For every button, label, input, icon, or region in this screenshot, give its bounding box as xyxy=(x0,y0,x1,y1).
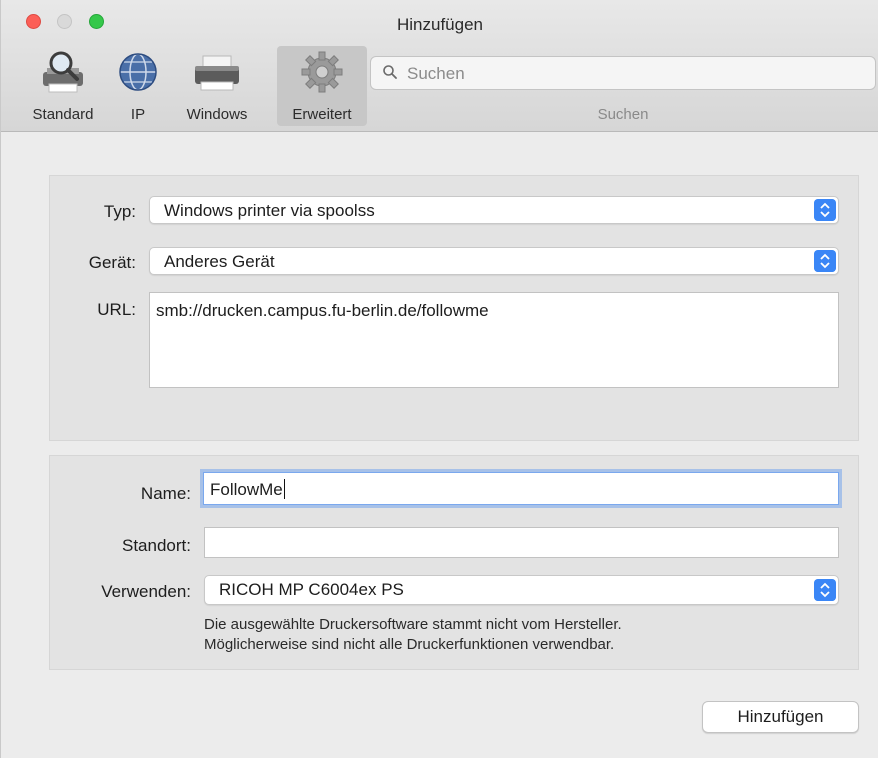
search-input[interactable] xyxy=(405,61,869,87)
url-value: smb://drucken.campus.fu-berlin.de/follow… xyxy=(156,301,489,320)
location-field[interactable] xyxy=(204,527,839,558)
driver-popup[interactable]: RICOH MP C6004ex PS xyxy=(204,575,839,605)
window-title: Hinzufügen xyxy=(396,15,483,34)
type-label: Typ: xyxy=(103,202,136,221)
url-label: URL: xyxy=(97,300,136,319)
text-caret xyxy=(283,479,285,499)
type-value: Windows printer via spoolss xyxy=(164,201,375,220)
name-value: FollowMe xyxy=(210,479,285,500)
toolbar-item-label: Erweitert xyxy=(292,106,352,123)
name-text: FollowMe xyxy=(210,480,283,499)
gear-icon xyxy=(301,51,343,93)
search-icon xyxy=(383,65,397,79)
globe-icon xyxy=(119,53,157,91)
printer-icon xyxy=(195,55,239,91)
toolbar-item-label: Standard xyxy=(32,106,94,123)
device-popup[interactable]: Anderes Gerät xyxy=(149,247,839,275)
toolbar: Hinzufügen Standard IP Windows Erweitert… xyxy=(1,0,878,132)
type-popup[interactable]: Windows printer via spoolss xyxy=(149,196,839,224)
popup-arrows-icon xyxy=(814,579,836,601)
toolbar-item-label: Windows xyxy=(186,106,248,123)
toolbar-item-windows[interactable]: Windows xyxy=(173,46,261,126)
magnifier-printer-icon xyxy=(43,51,83,93)
name-label: Name: xyxy=(140,484,191,503)
toolbar-item-erweitert[interactable]: Erweitert xyxy=(277,46,367,126)
add-button[interactable]: Hinzufügen xyxy=(702,701,859,733)
driver-note-line1: Die ausgewählte Druckersoftware stammt n… xyxy=(204,616,622,633)
search-caption: Suchen xyxy=(597,106,649,123)
search-field[interactable] xyxy=(370,56,876,90)
name-field[interactable]: FollowMe xyxy=(203,472,839,505)
driver-note: Die ausgewählte Druckersoftware stammt n… xyxy=(204,615,622,655)
add-printer-window: Hinzufügen Standard IP Windows Erweitert… xyxy=(0,0,878,758)
popup-arrows-icon xyxy=(814,199,836,221)
device-label: Gerät: xyxy=(88,253,136,272)
popup-arrows-icon xyxy=(814,250,836,272)
driver-note-line2: Möglicherweise sind nicht alle Druckerfu… xyxy=(204,636,615,653)
url-field[interactable]: smb://drucken.campus.fu-berlin.de/follow… xyxy=(149,292,839,388)
toolbar-item-label: IP xyxy=(130,106,146,123)
toolbar-item-standard[interactable]: Standard xyxy=(21,46,105,126)
driver-value: RICOH MP C6004ex PS xyxy=(219,580,404,599)
location-label: Standort: xyxy=(122,536,191,555)
use-label: Verwenden: xyxy=(101,582,191,601)
device-value: Anderes Gerät xyxy=(164,252,275,271)
toolbar-item-ip[interactable]: IP xyxy=(111,46,165,126)
